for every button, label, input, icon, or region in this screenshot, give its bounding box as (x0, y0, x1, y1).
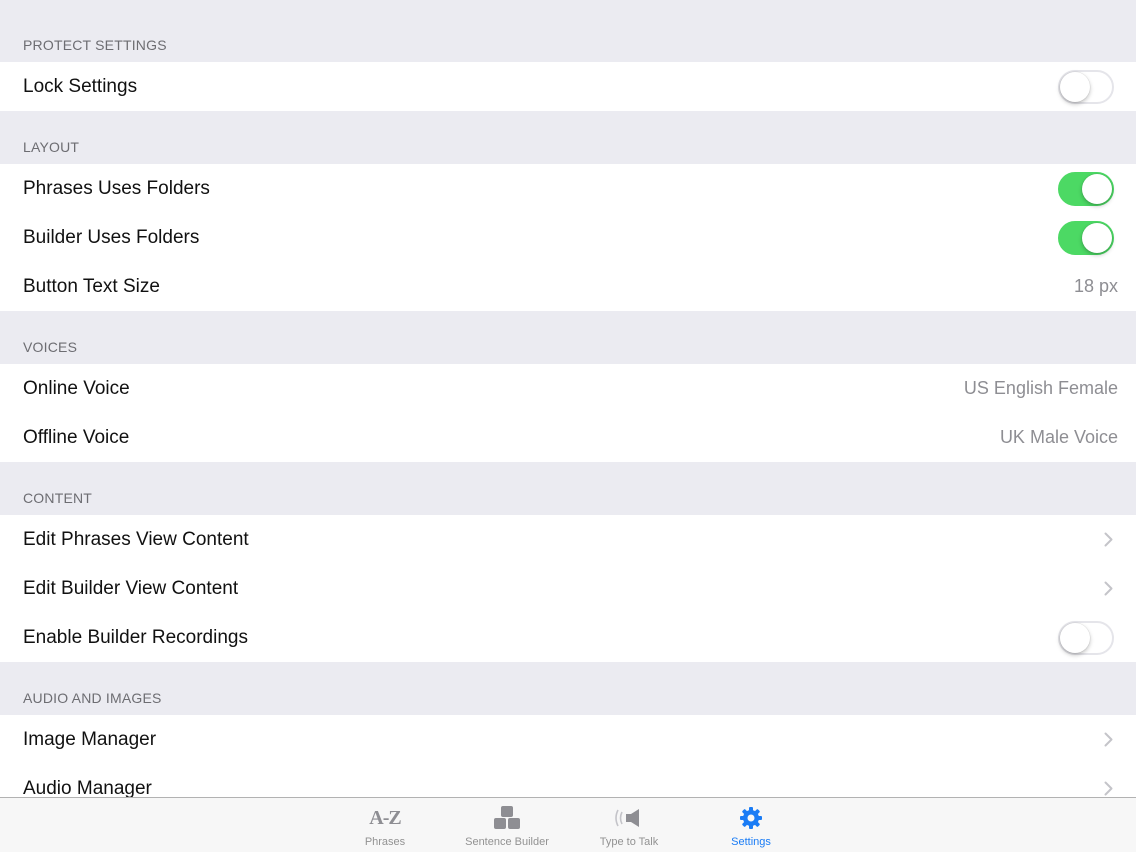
row-label: Edit Builder View Content (23, 577, 239, 599)
phrases-uses-folders-toggle[interactable] (1058, 171, 1114, 206)
section-audio-and-images: Image Manager Audio Manager (0, 715, 1136, 797)
blocks-icon (492, 804, 522, 832)
row-label: Image Manager (23, 728, 157, 750)
gear-icon (738, 804, 764, 832)
builder-uses-folders-toggle[interactable] (1058, 220, 1114, 255)
row-builder-uses-folders: Builder Uses Folders (0, 213, 1136, 262)
tab-label: Phrases (364, 836, 406, 848)
row-lock-settings: Lock Settings (0, 62, 1136, 111)
row-offline-voice[interactable]: Offline Voice UK Male Voice (0, 413, 1136, 462)
button-text-size-value: 18 px (1073, 276, 1118, 296)
row-edit-builder-view-content[interactable]: Edit Builder View Content (0, 564, 1136, 613)
tab-bar: A-Z Phrases Sentence Builder Type to Tal… (0, 797, 1136, 852)
speaker-icon (614, 804, 644, 832)
row-enable-builder-recordings: Enable Builder Recordings (0, 613, 1136, 662)
section-header-content: CONTENT (23, 490, 93, 506)
offline-voice-value: UK Male Voice (999, 427, 1118, 447)
row-label: Button Text Size (23, 275, 160, 297)
row-edit-phrases-view-content[interactable]: Edit Phrases View Content (0, 515, 1136, 564)
lock-settings-toggle[interactable] (1058, 69, 1114, 104)
row-label: Lock Settings (23, 75, 138, 97)
section-layout: Phrases Uses Folders Builder Uses Folder… (0, 164, 1136, 311)
toggle-knob (1082, 222, 1112, 253)
section-protect-settings: Lock Settings (0, 62, 1136, 111)
section-header-audio-and-images: AUDIO AND IMAGES (23, 690, 162, 706)
section-header-protect-settings: PROTECT SETTINGS (23, 37, 167, 53)
row-button-text-size[interactable]: Button Text Size 18 px (0, 262, 1136, 311)
online-voice-value: US English Female (963, 378, 1118, 398)
row-label: Edit Phrases View Content (23, 528, 249, 550)
section-content: Edit Phrases View Content Edit Builder V… (0, 515, 1136, 662)
az-icon-text: A-Z (369, 806, 401, 829)
tab-phrases[interactable]: A-Z Phrases (324, 798, 446, 852)
row-label: Offline Voice (23, 426, 130, 448)
toggle-knob (1060, 71, 1090, 102)
tab-label: Settings (731, 836, 771, 848)
settings-screen: PROTECT SETTINGS Lock Settings LAYOUT Ph… (0, 0, 1136, 852)
row-label: Enable Builder Recordings (23, 626, 248, 648)
chevron-right-icon (1102, 579, 1114, 599)
chevron-right-icon (1102, 730, 1114, 750)
row-phrases-uses-folders: Phrases Uses Folders (0, 164, 1136, 213)
tab-sentence-builder[interactable]: Sentence Builder (446, 798, 568, 852)
row-label: Phrases Uses Folders (23, 177, 210, 199)
tab-settings[interactable]: Settings (690, 798, 812, 852)
section-header-voices: VOICES (23, 339, 78, 355)
row-label: Builder Uses Folders (23, 226, 200, 248)
chevron-right-icon (1102, 779, 1114, 798)
section-voices: Online Voice US English Female Offline V… (0, 364, 1136, 462)
tab-label: Sentence Builder (465, 836, 549, 848)
row-online-voice[interactable]: Online Voice US English Female (0, 364, 1136, 413)
row-audio-manager[interactable]: Audio Manager (0, 764, 1136, 797)
tab-label: Type to Talk (599, 836, 659, 848)
az-icon: A-Z (369, 804, 401, 832)
toggle-knob (1060, 622, 1090, 653)
toggle-knob (1082, 173, 1112, 204)
section-header-layout: LAYOUT (23, 139, 80, 155)
enable-builder-recordings-toggle[interactable] (1058, 620, 1114, 655)
row-label: Online Voice (23, 377, 130, 399)
chevron-right-icon (1102, 530, 1114, 550)
tab-type-to-talk[interactable]: Type to Talk (568, 798, 690, 852)
row-image-manager[interactable]: Image Manager (0, 715, 1136, 764)
settings-list[interactable]: PROTECT SETTINGS Lock Settings LAYOUT Ph… (0, 0, 1136, 797)
row-label: Audio Manager (23, 777, 152, 798)
